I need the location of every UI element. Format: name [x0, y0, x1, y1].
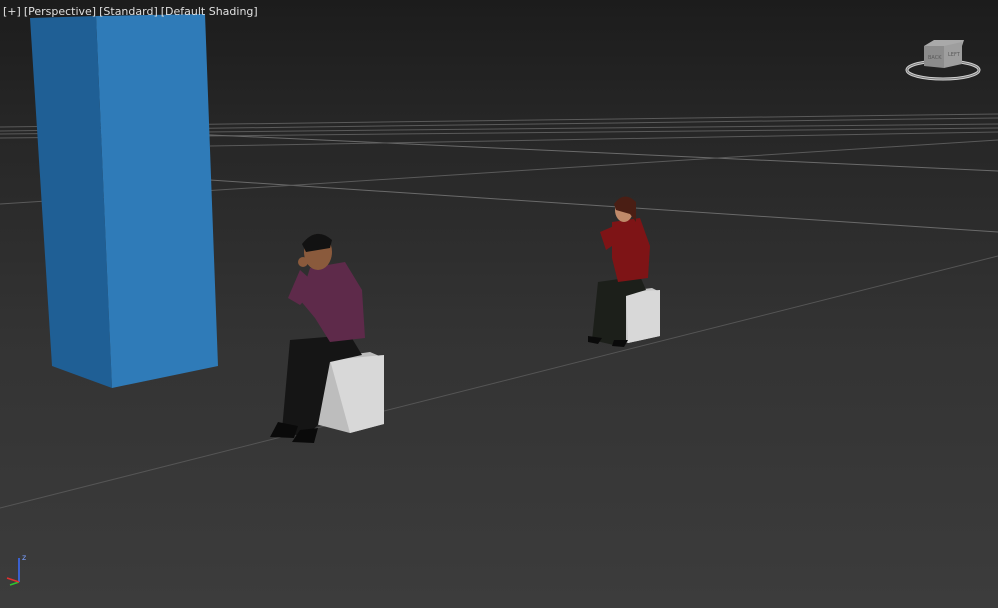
viewport-shading-menu[interactable]: [Default Shading] — [161, 5, 258, 18]
z-axis-label: z — [22, 553, 26, 562]
viewport-preset-menu[interactable]: [Standard] — [99, 5, 158, 18]
woman-figure[interactable] — [588, 196, 660, 347]
svg-text:BACK: BACK — [928, 55, 942, 61]
svg-text:LEFT: LEFT — [948, 52, 961, 58]
man-figure[interactable] — [270, 233, 384, 443]
viewcube-icon[interactable]: BACK LEFT — [904, 34, 982, 86]
viewport-label-menu: [+] [Perspective] [Standard] [Default Shadi… — [3, 5, 261, 18]
viewport-point-of-view-menu[interactable]: [Perspective] — [24, 5, 96, 18]
scene-canvas[interactable] — [0, 0, 998, 608]
perspective-viewport[interactable]: [+] [Perspective] [Standard] [Default Shadi… — [0, 0, 998, 608]
axis-tripod-icon: z — [6, 553, 26, 586]
blue-box-object[interactable] — [30, 14, 218, 388]
viewport-plus-menu[interactable]: [+] — [3, 5, 21, 18]
